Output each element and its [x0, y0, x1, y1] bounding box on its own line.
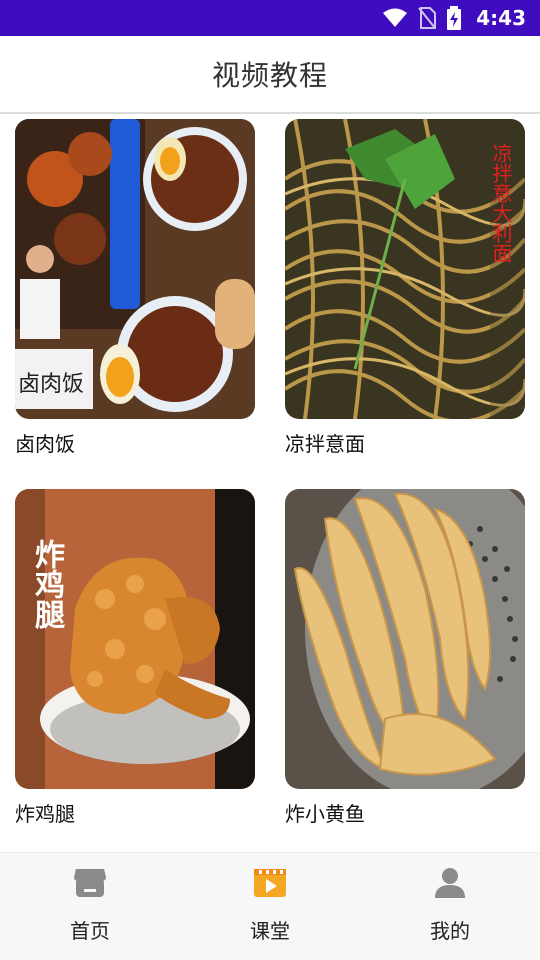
nav-label: 课堂: [250, 919, 290, 943]
status-bar: 4:43: [0, 0, 540, 36]
video-grid: 卤肉饭 卤肉饭 凉拌意大利面 凉拌意面 炸鸡腿 炸鸡腿 炸小黄鱼: [0, 114, 540, 852]
video-card[interactable]: 炸鸡腿 炸鸡腿: [15, 489, 255, 827]
thumbnail-overlay-text: 卤肉饭: [18, 372, 85, 397]
video-card[interactable]: 凉拌意大利面 凉拌意面: [285, 119, 525, 457]
video-title: 炸鸡腿: [15, 802, 75, 826]
video-thumbnail[interactable]: [285, 489, 525, 789]
video-thumbnail[interactable]: 炸鸡腿: [15, 489, 255, 789]
nav-item-class[interactable]: 课堂: [180, 853, 360, 960]
page-title: 视频教程: [211, 59, 328, 92]
battery-charging-icon: [446, 6, 462, 30]
video-title: 炸小黄鱼: [285, 802, 365, 826]
video-play-icon: [252, 865, 288, 901]
no-sim-icon: [418, 7, 437, 29]
bottom-nav: 首页 课堂 我的: [0, 852, 540, 960]
wifi-icon: [382, 8, 408, 28]
nav-item-home[interactable]: 首页: [0, 853, 180, 960]
video-card[interactable]: 炸小黄鱼: [285, 489, 525, 827]
video-title: 卤肉饭: [15, 432, 75, 456]
thumbnail-overlay-text: 炸鸡腿: [29, 539, 64, 629]
store-icon: [72, 865, 108, 901]
status-time: 4:43: [476, 6, 526, 30]
user-icon: [432, 865, 468, 901]
nav-label: 我的: [430, 919, 470, 943]
nav-label: 首页: [70, 919, 110, 943]
thumbnail-overlay-text: 凉拌意大利面: [489, 143, 513, 263]
video-thumbnail[interactable]: 凉拌意大利面: [285, 119, 525, 419]
nav-item-mine[interactable]: 我的: [360, 853, 540, 960]
video-title: 凉拌意面: [285, 432, 365, 456]
title-bar: 视频教程: [0, 36, 540, 114]
video-card[interactable]: 卤肉饭 卤肉饭: [15, 119, 255, 457]
video-thumbnail[interactable]: 卤肉饭: [15, 119, 255, 419]
